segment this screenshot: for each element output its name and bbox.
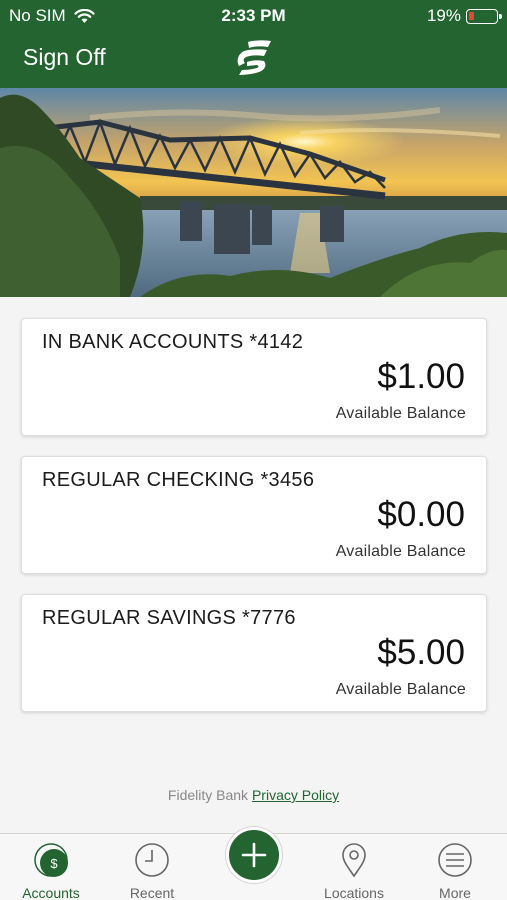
fidelity-bank-logo-icon — [237, 40, 271, 75]
status-bar: No SIM 2:33 PM 19% — [0, 0, 507, 30]
account-name: REGULAR CHECKING *3456 — [42, 469, 315, 491]
battery-level — [469, 11, 474, 20]
available-balance-label: Available Balance — [335, 405, 466, 422]
tab-locations[interactable]: Locations — [304, 842, 404, 900]
hero-bridge-image — [0, 88, 507, 297]
menu-icon — [438, 843, 472, 877]
clock-icon — [135, 843, 169, 877]
account-name: REGULAR SAVINGS *7776 — [42, 607, 296, 629]
account-card-savings[interactable]: REGULAR SAVINGS *7776 $5.00 Available Ba… — [21, 594, 487, 712]
privacy-policy-link[interactable]: Privacy Policy — [252, 787, 339, 803]
available-balance-label: Available Balance — [335, 543, 466, 560]
location-pin-icon — [342, 843, 366, 878]
tab-label: Recent — [129, 885, 175, 900]
status-right: 19% — [426, 6, 502, 26]
tab-more[interactable]: More — [405, 842, 505, 900]
tab-accounts[interactable]: $ Accounts — [1, 842, 101, 900]
nav-bar: Sign Off — [0, 30, 507, 88]
svg-text:$: $ — [50, 856, 58, 871]
plus-icon — [241, 842, 267, 868]
tab-label: More — [439, 885, 471, 900]
account-list: IN BANK ACCOUNTS *4142 $1.00 Available B… — [21, 318, 487, 732]
battery-percent: 19% — [426, 6, 461, 25]
account-card-checking[interactable]: REGULAR CHECKING *3456 $0.00 Available B… — [21, 456, 487, 574]
account-balance: $1.00 — [377, 357, 465, 396]
account-balance: $5.00 — [377, 633, 465, 672]
tab-label: Locations — [324, 885, 384, 900]
available-balance-label: Available Balance — [335, 681, 466, 698]
sign-off-button[interactable]: Sign Off — [23, 44, 106, 71]
bank-name: Fidelity Bank — [167, 787, 249, 803]
accounts-dollar-icon: $ — [34, 843, 68, 877]
tab-label: Accounts — [22, 885, 80, 900]
account-balance: $0.00 — [377, 495, 465, 534]
footer: Fidelity Bank Privacy Policy — [0, 787, 507, 803]
battery-icon — [466, 8, 502, 24]
tab-recent[interactable]: Recent — [102, 842, 202, 900]
add-button[interactable] — [226, 827, 282, 883]
account-name: IN BANK ACCOUNTS *4142 — [42, 331, 304, 353]
account-card-in-bank[interactable]: IN BANK ACCOUNTS *4142 $1.00 Available B… — [21, 318, 487, 436]
